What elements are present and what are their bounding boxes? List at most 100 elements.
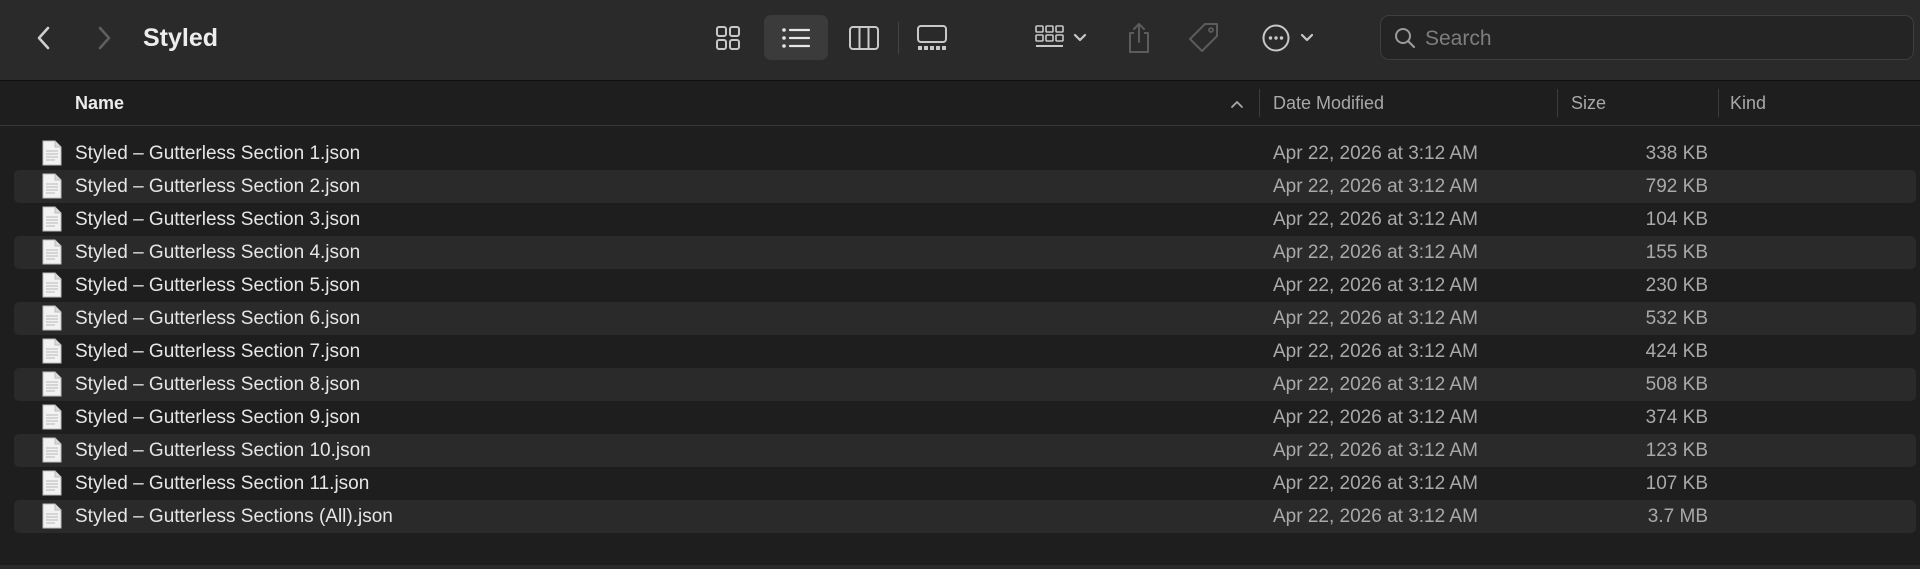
grid-icon [716, 26, 740, 50]
file-name: Styled – Gutterless Section 2.json [75, 176, 361, 197]
group-icon [1035, 25, 1064, 47]
ellipsis-circle-icon [1262, 24, 1290, 52]
file-name: Styled – Gutterless Section 11.json [75, 473, 370, 494]
file-row[interactable]: Styled – Gutterless Section 11.json Apr 2… [14, 467, 1916, 500]
tag-button[interactable] [1184, 18, 1224, 58]
toolbar: Styled [0, 0, 1920, 81]
document-icon [42, 371, 62, 397]
file-size: 508 KB [1645, 374, 1708, 395]
file-date-modified: Apr 22, 2026 at 3:12 AM [1273, 209, 1478, 230]
file-date-modified: Apr 22, 2026 at 3:12 AM [1273, 275, 1478, 296]
file-name: Styled – Gutterless Section 3.json [75, 209, 361, 230]
search-input[interactable] [1423, 20, 1897, 57]
column-header-name[interactable]: Name [75, 81, 124, 125]
file-row[interactable]: Styled – Gutterless Section 8.json Apr 22… [14, 368, 1916, 401]
file-name: Styled – Gutterless Section 5.json [75, 275, 361, 296]
forward-button[interactable] [88, 22, 120, 54]
tag-icon [1189, 23, 1218, 52]
view-as-columns-button[interactable] [844, 20, 884, 56]
search-field[interactable] [1380, 15, 1914, 60]
file-row[interactable]: Styled – Gutterless Section 3.json Apr 22… [14, 203, 1916, 236]
file-size: 424 KB [1645, 341, 1708, 362]
column-divider[interactable] [1557, 89, 1558, 117]
file-row[interactable]: Styled – Gutterless Section 1.json Apr 22… [14, 137, 1916, 170]
view-as-icons-button[interactable] [708, 20, 748, 56]
file-date-modified: Apr 22, 2026 at 3:12 AM [1273, 143, 1478, 164]
file-row[interactable]: Styled – Gutterless Section 6.json Apr 22… [14, 302, 1916, 335]
window-bottom-edge [0, 565, 1920, 569]
file-name: Styled – Gutterless Sections (All).json [75, 506, 393, 527]
column-header-size[interactable]: Size [1571, 81, 1606, 125]
file-date-modified: Apr 22, 2026 at 3:12 AM [1273, 176, 1478, 197]
columns-icon [849, 26, 879, 50]
document-icon [42, 338, 62, 364]
file-date-modified: Apr 22, 2026 at 3:12 AM [1273, 308, 1478, 329]
file-size: 155 KB [1645, 242, 1708, 263]
document-icon [42, 239, 62, 265]
file-name: Styled – Gutterless Section 1.json [75, 143, 361, 164]
file-size: 792 KB [1645, 176, 1708, 197]
column-divider[interactable] [1259, 89, 1260, 117]
file-size: 532 KB [1645, 308, 1708, 329]
chevron-right-icon [98, 26, 111, 50]
file-name: Styled – Gutterless Section 10.json [75, 440, 371, 461]
document-icon [42, 173, 62, 199]
file-name: Styled – Gutterless Section 7.json [75, 341, 361, 362]
file-size: 230 KB [1645, 275, 1708, 296]
column-header-kind[interactable]: Kind [1730, 81, 1766, 125]
file-row[interactable]: Styled – Gutterless Section 2.json Apr 22… [14, 170, 1916, 203]
file-size: 374 KB [1645, 407, 1708, 428]
file-size: 104 KB [1645, 209, 1708, 230]
file-name: Styled – Gutterless Section 6.json [75, 308, 361, 329]
document-icon [42, 272, 62, 298]
chevron-down-icon [1073, 33, 1087, 42]
document-icon [42, 140, 62, 166]
column-divider[interactable] [1718, 89, 1719, 117]
document-icon [42, 437, 62, 463]
search-icon [1393, 26, 1417, 50]
file-row[interactable]: Styled – Gutterless Section 4.json Apr 22… [14, 236, 1916, 269]
file-row[interactable]: Styled – Gutterless Section 5.json Apr 22… [14, 269, 1916, 302]
file-date-modified: Apr 22, 2026 at 3:12 AM [1273, 440, 1478, 461]
file-size: 107 KB [1645, 473, 1708, 494]
sort-ascending-icon[interactable] [1228, 95, 1246, 113]
more-actions-button[interactable] [1256, 20, 1320, 56]
file-date-modified: Apr 22, 2026 at 3:12 AM [1273, 341, 1478, 362]
gallery-icon [917, 25, 947, 50]
view-as-list-button[interactable] [764, 15, 828, 60]
document-icon [42, 503, 62, 529]
share-button[interactable] [1122, 18, 1156, 58]
file-list: Styled – Gutterless Section 1.json Apr 22… [14, 137, 1916, 533]
document-icon [42, 470, 62, 496]
file-row[interactable]: Styled – Gutterless Section 9.json Apr 22… [14, 401, 1916, 434]
chevron-down-icon [1300, 33, 1314, 42]
file-date-modified: Apr 22, 2026 at 3:12 AM [1273, 473, 1478, 494]
file-name: Styled – Gutterless Section 8.json [75, 374, 361, 395]
file-size: 3.7 MB [1647, 506, 1708, 527]
file-date-modified: Apr 22, 2026 at 3:12 AM [1273, 242, 1478, 263]
file-row[interactable]: Styled – Gutterless Sections (All).json A… [14, 500, 1916, 533]
back-button[interactable] [28, 22, 60, 54]
file-size: 338 KB [1645, 143, 1708, 164]
list-icon [782, 27, 811, 48]
view-as-gallery-button[interactable] [910, 20, 954, 56]
file-date-modified: Apr 22, 2026 at 3:12 AM [1273, 506, 1478, 527]
share-icon [1129, 23, 1149, 53]
window-title: Styled [143, 24, 219, 52]
column-header-date-modified[interactable]: Date Modified [1273, 81, 1384, 125]
document-icon [42, 305, 62, 331]
chevron-left-icon [37, 26, 50, 50]
file-row[interactable]: Styled – Gutterless Section 10.json Apr 2… [14, 434, 1916, 467]
file-name: Styled – Gutterless Section 4.json [75, 242, 361, 263]
group-button[interactable] [1030, 20, 1092, 56]
file-row[interactable]: Styled – Gutterless Section 7.json Apr 22… [14, 335, 1916, 368]
file-name: Styled – Gutterless Section 9.json [75, 407, 361, 428]
document-icon [42, 404, 62, 430]
column-header: Name Date Modified Size Kind [0, 81, 1920, 126]
file-date-modified: Apr 22, 2026 at 3:12 AM [1273, 374, 1478, 395]
finder-window: Styled Search Name Date Modified Size Ki… [0, 0, 1920, 569]
file-size: 123 KB [1645, 440, 1708, 461]
document-icon [42, 206, 62, 232]
file-date-modified: Apr 22, 2026 at 3:12 AM [1273, 407, 1478, 428]
toolbar-divider [898, 22, 899, 54]
